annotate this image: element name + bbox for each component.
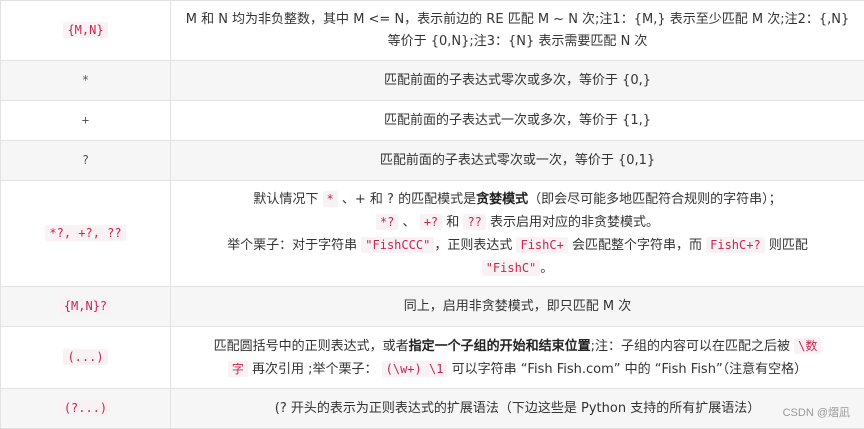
bold-text: 指定一个子组的开始和结束位置 (409, 339, 591, 354)
text: 和 (446, 215, 459, 230)
text: 举个栗子：对于字符串 (227, 238, 357, 253)
table-row: (?...) (? 开头的表示为正则表达式的扩展语法（下边这些是 Python … (1, 389, 864, 429)
code: FishC+? (706, 237, 765, 253)
symbol-text: * (82, 73, 89, 87)
code: FishC+ (516, 237, 567, 253)
text: ，正则表达式 (434, 238, 512, 253)
text: 会匹配整个字符串，而 (572, 238, 702, 253)
table-row: ? 匹配前面的子表达式零次或一次，等价于 {0,1} (1, 141, 864, 181)
description-cell: 匹配圆括号中的正则表达式，或者指定一个子组的开始和结束位置;注：子组的内容可以在… (171, 327, 864, 389)
description-text: 同上，启用非贪婪模式，即只匹配 M 次 (404, 299, 631, 314)
description-cell: 默认情况下 * 、+ 和 ? 的匹配模式是贪婪模式（即会尽可能多地匹配符合规则的… (171, 181, 864, 287)
text: 表示启用对应的非贪婪模式。 (490, 215, 659, 230)
symbol-code: (?...) (60, 400, 111, 416)
code: "FishCCC" (361, 237, 434, 253)
description-text: 匹配前面的子表达式一次或多次，等价于 {1,} (384, 113, 651, 128)
text: 再次引用 ;举个栗子： (252, 362, 378, 377)
text: 则匹配 (769, 238, 808, 253)
watermark: CSDN @熠凪 (783, 404, 850, 420)
description-cell: 匹配前面的子表达式一次或多次，等价于 {1,} (171, 101, 864, 141)
text: 、 (403, 215, 416, 230)
description-cell: 匹配前面的子表达式零次或一次，等价于 {0,1} (171, 141, 864, 181)
table-row: * 匹配前面的子表达式零次或多次，等价于 {0,} (1, 61, 864, 101)
table-row: (...) 匹配圆括号中的正则表达式，或者指定一个子组的开始和结束位置;注：子组… (1, 327, 864, 389)
text: （即会尽可能多地匹配符合规则的字符串）； (528, 192, 782, 207)
symbol-cell: + (1, 101, 171, 141)
code: 字 (228, 361, 248, 377)
symbol-text: ? (82, 153, 89, 167)
table-row: *?, +?, ?? 默认情况下 * 、+ 和 ? 的匹配模式是贪婪模式（即会尽… (1, 181, 864, 287)
text: 可以字符串 “Fish Fish.com” 中的 “Fish Fish”（注意有… (452, 362, 808, 377)
text: ;注：子组的内容可以在匹配之后被 (591, 339, 790, 354)
symbol-code: {M,N}? (60, 298, 111, 314)
table-row: {M,N} M 和 N 均为非负整数，其中 M <= N，表示前边的 RE 匹配… (1, 1, 864, 61)
symbol-cell: * (1, 61, 171, 101)
description-text: 匹配前面的子表达式零次或多次，等价于 {0,} (384, 73, 651, 88)
description-cell: 同上，启用非贪婪模式，即只匹配 M 次 (171, 287, 864, 327)
symbol-cell: *?, +?, ?? (1, 181, 171, 287)
symbol-cell: (?...) (1, 389, 171, 429)
text: 匹配圆括号中的正则表达式，或者 (214, 339, 409, 354)
code: (\w+) \1 (382, 361, 448, 377)
symbol-cell: {M,N} (1, 1, 171, 61)
code: +? (420, 214, 442, 230)
symbol-text: + (82, 113, 89, 127)
code: ?? (463, 214, 485, 230)
table-row: + 匹配前面的子表达式一次或多次，等价于 {1,} (1, 101, 864, 141)
description-text: M 和 N 均为非负整数，其中 M <= N，表示前边的 RE 匹配 M ~ N… (186, 12, 850, 49)
regex-table: {M,N} M 和 N 均为非负整数，其中 M <= N，表示前边的 RE 匹配… (0, 0, 864, 429)
code: * (323, 191, 338, 207)
description-cell: (? 开头的表示为正则表达式的扩展语法（下边这些是 Python 支持的所有扩展… (171, 389, 864, 429)
description-cell: M 和 N 均为非负整数，其中 M <= N，表示前边的 RE 匹配 M ~ N… (171, 1, 864, 61)
code: \数 (794, 338, 821, 354)
description-text: (? 开头的表示为正则表达式的扩展语法（下边这些是 Python 支持的所有扩展… (275, 401, 760, 416)
text: 、+ 和 ? 的匹配模式是 (342, 192, 476, 207)
symbol-code: {M,N} (63, 22, 107, 38)
code: "FishC" (482, 260, 541, 276)
table-row: {M,N}? 同上，启用非贪婪模式，即只匹配 M 次 (1, 287, 864, 327)
text: 。 (540, 261, 553, 276)
symbol-cell: {M,N}? (1, 287, 171, 327)
text: 默认情况下 (253, 192, 318, 207)
symbol-code: *?, +?, ?? (45, 225, 125, 241)
symbol-cell: ? (1, 141, 171, 181)
description-cell: 匹配前面的子表达式零次或多次，等价于 {0,} (171, 61, 864, 101)
symbol-cell: (...) (1, 327, 171, 389)
symbol-code: (...) (63, 349, 107, 365)
code: *? (376, 214, 398, 230)
bold-text: 贪婪模式 (476, 192, 528, 207)
description-text: 匹配前面的子表达式零次或一次，等价于 {0,1} (380, 153, 655, 168)
